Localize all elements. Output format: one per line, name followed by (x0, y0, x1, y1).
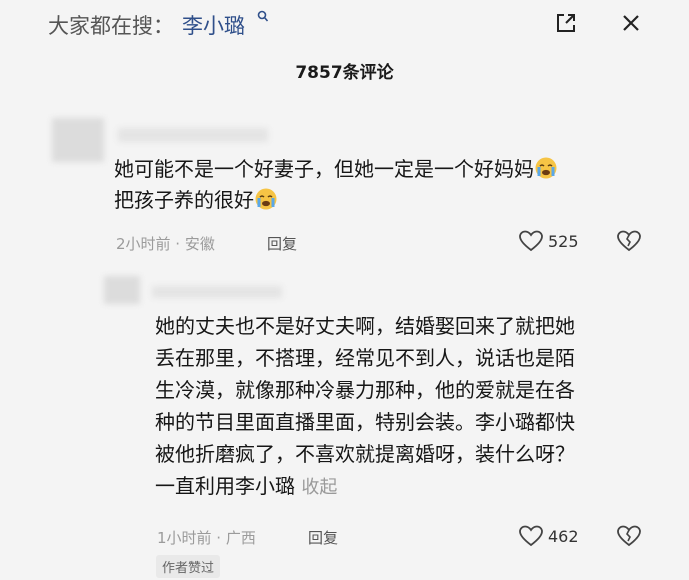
crying-face-icon (254, 187, 278, 211)
comment-2-line: 丢在那里，不搭理，经常见不到人，说话也是陌 (155, 346, 575, 370)
author-liked-badge: 作者赞过 (156, 555, 221, 578)
avatar-blurred[interactable] (104, 276, 140, 304)
comment-1-line2: 把孩子养的很好 (114, 188, 254, 212)
search-prefix: 大家都在搜： (48, 14, 174, 38)
comment-2-line: 她的丈夫也不是好丈夫啊，结婚娶回来了就把她 (155, 314, 575, 338)
comment-1-like-button[interactable] (518, 229, 544, 253)
collapse-button[interactable]: 收起 (301, 477, 337, 498)
comment-1-like-count: 525 (548, 232, 579, 251)
broken-heart-icon (617, 230, 641, 252)
comment-2-line: 被他折磨疯了，不喜欢就提离婚呀，装什么呀？ (155, 442, 575, 466)
comment-1-meta: 2小时前 · 安徽 (116, 235, 215, 253)
comment-2-line: 种的节目里面直播里面，特别会装。李小璐都快 (155, 410, 575, 434)
username-blurred[interactable] (152, 286, 282, 298)
comment-2-last-line: 一直利用李小璐 收起 (155, 470, 675, 504)
comment-2-meta: 1小时前 · 广西 (157, 529, 256, 547)
comment-2-like-button[interactable] (518, 524, 544, 548)
crying-face-icon (534, 156, 558, 180)
comment-2-text: 她的丈夫也不是好丈夫啊，结婚娶回来了就把她 丢在那里，不搭理，经常见不到人，说话… (155, 310, 675, 504)
comment-1-reply-button[interactable]: 回复 (267, 233, 297, 254)
comment-1-text: 她可能不是一个好妻子，但她一定是一个好妈妈 把孩子养的很好 (114, 154, 654, 216)
heart-icon (519, 230, 543, 252)
comment-count-title: 7857条评论 (295, 63, 394, 83)
comment-2-line: 一直利用李小璐 (155, 474, 295, 498)
heart-icon (519, 525, 543, 547)
comment-1-dislike-button[interactable] (616, 229, 642, 253)
search-icon (257, 10, 269, 24)
avatar-blurred[interactable] (52, 118, 104, 162)
comment-2-line: 生冷漠，就像那种冷暴力那种，他的爱就是在各 (155, 378, 575, 402)
close-icon[interactable] (620, 12, 642, 34)
expand-icon[interactable] (555, 12, 577, 34)
broken-heart-icon (617, 525, 641, 547)
username-blurred[interactable] (118, 128, 268, 142)
search-query-link[interactable]: 李小璐 (182, 10, 245, 40)
comment-2-like-count: 462 (548, 527, 579, 546)
comment-2-dislike-button[interactable] (616, 524, 642, 548)
comment-2-reply-button[interactable]: 回复 (308, 527, 338, 548)
comment-1-line1: 她可能不是一个好妻子，但她一定是一个好妈妈 (114, 157, 534, 181)
